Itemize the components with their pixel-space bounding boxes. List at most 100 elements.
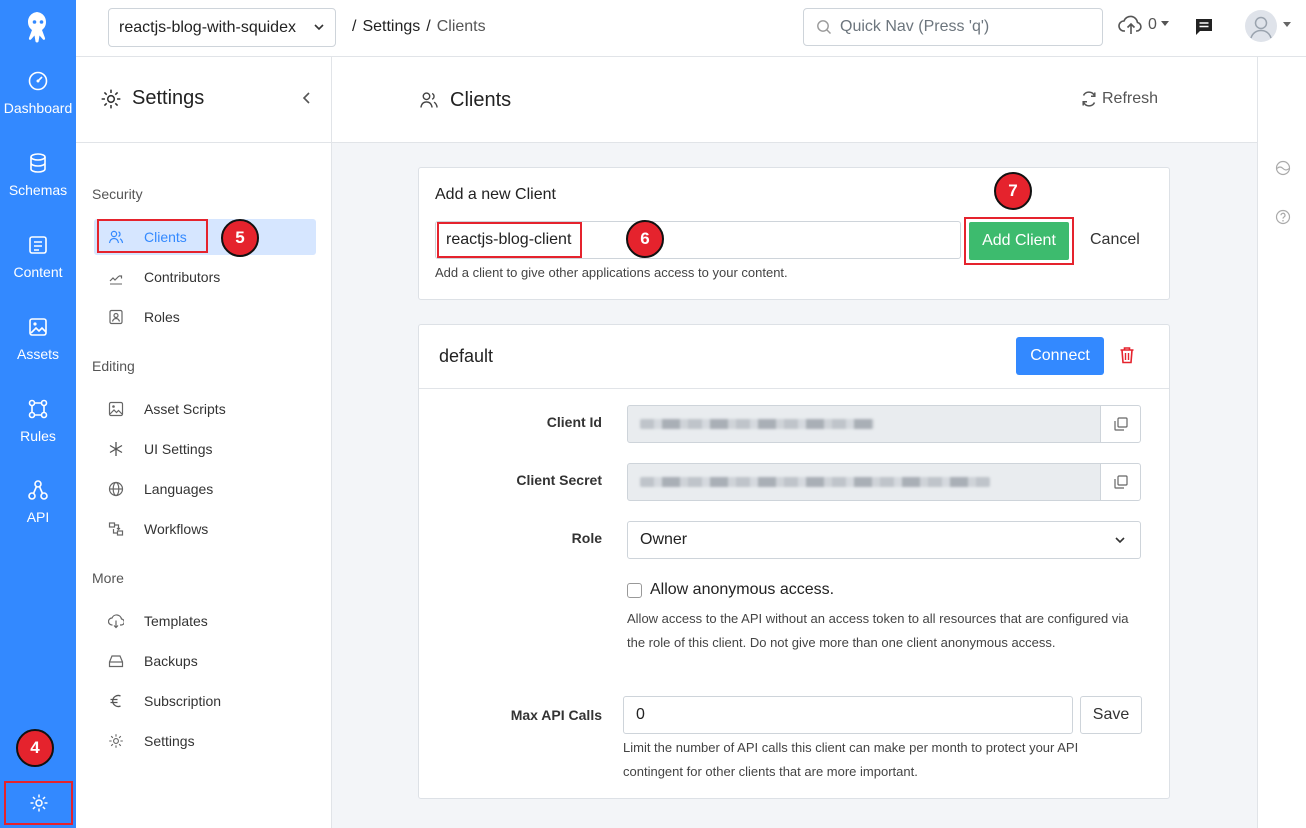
sidebar-item-workflows[interactable]: Workflows — [94, 511, 316, 547]
client-name-value: reactjs-blog-client — [446, 231, 572, 248]
client-name: default — [439, 346, 494, 366]
quick-nav-input[interactable]: Quick Nav (Press 'q') — [803, 8, 1103, 46]
cloud-download-icon — [108, 614, 124, 629]
sidebar-item-label: Roles — [144, 309, 180, 325]
rail-item-dashboard[interactable]: Dashboard — [0, 70, 76, 150]
client-card-header: default Connect — [419, 325, 1169, 389]
search-icon — [817, 20, 831, 34]
save-button[interactable]: Save — [1080, 696, 1142, 734]
add-client-form: Add a new Client reactjs-blog-client 6 7… — [418, 167, 1170, 300]
client-id-label: Client Id — [546, 414, 602, 430]
upload-count: 0 — [1148, 16, 1157, 33]
sidebar-item-backups[interactable]: Backups — [94, 643, 316, 679]
role-select[interactable]: Owner — [627, 521, 1141, 559]
copy-client-secret-button[interactable] — [1100, 463, 1141, 501]
hard-drive-icon — [108, 655, 124, 668]
role-label: Role — [571, 530, 602, 546]
sidebar-item-label: Subscription — [144, 693, 222, 709]
cloud-upload-icon — [1118, 15, 1142, 34]
copy-icon — [1113, 417, 1128, 431]
chevron-left-icon[interactable] — [302, 91, 312, 105]
right-rail — [1257, 57, 1306, 828]
client-name-input[interactable]: reactjs-blog-client — [435, 221, 961, 259]
sidebar-item-settings[interactable]: Settings — [94, 723, 316, 759]
sidebar-item-label: Languages — [144, 481, 214, 497]
app-selector-label: reactjs-blog-with-squidex — [119, 18, 296, 36]
client-id-field[interactable] — [627, 405, 1101, 443]
avatar[interactable] — [1245, 10, 1277, 42]
caret-down-icon[interactable] — [1283, 22, 1291, 27]
sidebar-title: Settings — [132, 87, 205, 109]
rail-item-assets[interactable]: Assets — [0, 316, 76, 396]
sidebar-item-label: Asset Scripts — [144, 401, 226, 417]
caret-down-icon — [1160, 20, 1169, 26]
rail-item-label: Schemas — [8, 182, 68, 198]
step-marker-4: 4 — [16, 729, 54, 767]
sidebar-item-subscription[interactable]: Subscription — [94, 683, 316, 719]
redacted-client-secret — [640, 477, 990, 487]
sidebar-item-roles[interactable]: Roles — [94, 299, 316, 335]
sidebar-item-templates[interactable]: Templates — [94, 603, 316, 639]
sidebar-item-label: Settings — [144, 733, 195, 749]
quick-nav-placeholder: Quick Nav (Press 'q') — [840, 18, 990, 35]
copy-client-id-button[interactable] — [1100, 405, 1141, 443]
connect-button[interactable]: Connect — [1016, 337, 1104, 375]
chevron-down-icon — [1115, 537, 1125, 544]
history-icon[interactable] — [1275, 160, 1291, 176]
gear-icon — [109, 734, 123, 748]
breadcrumb: / Settings / Clients — [352, 18, 486, 36]
top-bar: reactjs-blog-with-squidex / Settings / C… — [76, 0, 1306, 57]
rail-item-schemas[interactable]: Schemas — [0, 152, 76, 232]
upload-button[interactable]: 0 — [1118, 14, 1169, 36]
max-api-calls-input[interactable]: 0 — [623, 696, 1073, 734]
anonymous-access-label[interactable]: Allow anonymous access. — [650, 581, 834, 599]
rail-item-content[interactable]: Content — [0, 234, 76, 314]
globe-icon — [108, 481, 124, 497]
sidebar-item-languages[interactable]: Languages — [94, 471, 316, 507]
refresh-icon — [1082, 91, 1096, 107]
sidebar-item-asset-scripts[interactable]: Asset Scripts — [94, 391, 316, 427]
client-secret-field[interactable] — [627, 463, 1101, 501]
copy-icon — [1113, 475, 1128, 489]
content-header: Clients Refresh — [332, 57, 1257, 143]
add-client-button[interactable]: Add Client — [969, 222, 1069, 260]
add-client-heading: Add a new Client — [435, 186, 556, 203]
max-api-calls-help: Limit the number of API calls this clien… — [623, 740, 1079, 779]
max-api-calls-label: Max API Calls — [510, 707, 602, 723]
app-selector[interactable]: reactjs-blog-with-squidex — [108, 8, 336, 47]
sidebar-item-ui-settings[interactable]: UI Settings — [94, 431, 316, 467]
sidebar-item-label: Backups — [144, 653, 198, 669]
group-label-editing: Editing — [92, 358, 135, 374]
sidebar-item-clients[interactable]: Clients — [94, 219, 316, 255]
anonymous-access-checkbox[interactable] — [627, 583, 642, 598]
chevron-down-icon — [314, 24, 324, 31]
rail-item-label: Dashboard — [3, 100, 73, 116]
sidebar-item-contributors[interactable]: Contributors — [94, 259, 316, 295]
redacted-client-id — [640, 419, 874, 429]
people-icon — [420, 92, 438, 108]
refresh-button[interactable]: Refresh — [1080, 90, 1158, 108]
sidebar-item-label: UI Settings — [144, 441, 213, 457]
rail-settings-button[interactable] — [4, 781, 73, 825]
trash-icon[interactable] — [1119, 346, 1135, 364]
cancel-button[interactable]: Cancel — [1090, 231, 1140, 249]
sidebar-item-label: Contributors — [144, 269, 221, 285]
role-icon — [109, 309, 123, 325]
client-secret-label: Client Secret — [516, 472, 602, 488]
sidebar-item-label: Workflows — [144, 521, 209, 537]
group-label-more: More — [92, 570, 124, 586]
client-card: default Connect Client Id Client Secret … — [418, 324, 1170, 799]
step-marker-5: 5 — [221, 219, 259, 257]
help-icon[interactable] — [1275, 209, 1291, 225]
image-icon — [29, 318, 47, 336]
rail-item-label: Rules — [20, 428, 56, 444]
content-icon — [29, 236, 47, 254]
rail-item-api[interactable]: API — [0, 479, 76, 559]
euro-icon — [110, 694, 121, 708]
breadcrumb-settings[interactable]: Settings — [362, 18, 420, 36]
rail-item-label: Assets — [16, 346, 59, 362]
app-rail: Dashboard Schemas Content Assets Rules A… — [0, 0, 76, 828]
rail-item-rules[interactable]: Rules — [0, 398, 76, 478]
gauge-icon — [28, 71, 48, 91]
chat-icon[interactable] — [1194, 17, 1214, 37]
